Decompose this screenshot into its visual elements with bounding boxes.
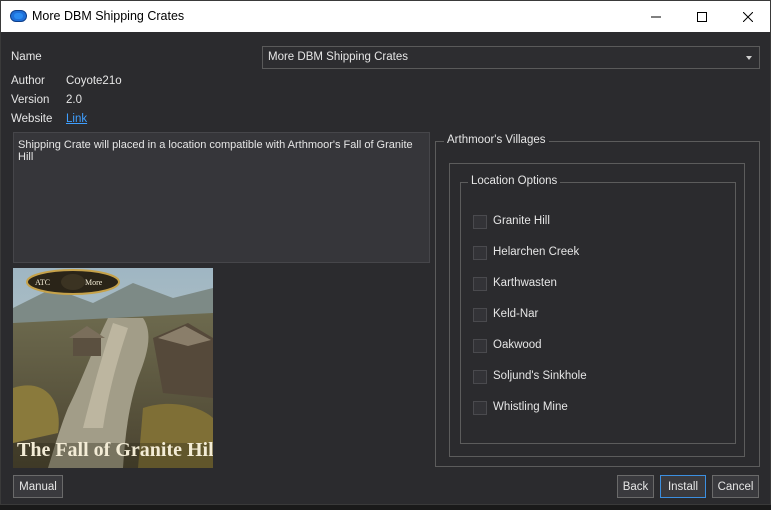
location-option-label: Whistling Mine [493, 401, 568, 413]
checkbox[interactable] [473, 339, 487, 353]
checkbox[interactable] [473, 370, 487, 384]
minimize-button[interactable] [633, 1, 679, 32]
chevron-down-icon [746, 56, 752, 60]
taskbar-edge [0, 505, 771, 510]
title-bar[interactable]: More DBM Shipping Crates [1, 1, 770, 32]
checkbox[interactable] [473, 308, 487, 322]
cancel-button-label: Cancel [717, 480, 754, 493]
back-button[interactable]: Back [617, 475, 654, 498]
preview-badge-left: ATC [35, 278, 50, 287]
location-option[interactable]: Whistling Mine [473, 400, 673, 418]
installer-window: More DBM Shipping Crates Name More DBM S… [0, 0, 771, 505]
location-option-label: Keld-Nar [493, 308, 539, 320]
website-label: Website [11, 113, 53, 125]
close-button[interactable] [725, 1, 771, 32]
cancel-button[interactable]: Cancel [712, 475, 759, 498]
description-box[interactable]: Shipping Crate will placed in a location… [13, 132, 430, 263]
version-label: Version [11, 94, 50, 106]
location-option[interactable]: Soljund's Sinkhole [473, 369, 673, 387]
description-text: Shipping Crate will placed in a location… [18, 139, 413, 163]
author-value: Coyote21o [66, 75, 122, 87]
villages-group-title: Arthmoor's Villages [444, 134, 549, 146]
name-dropdown-value: More DBM Shipping Crates [268, 51, 408, 63]
checkbox[interactable] [473, 401, 487, 415]
back-button-label: Back [622, 480, 649, 493]
window-title: More DBM Shipping Crates [32, 9, 185, 23]
checkbox[interactable] [473, 277, 487, 291]
version-value: 2.0 [66, 94, 82, 106]
location-options-title: Location Options [468, 175, 561, 187]
checkbox[interactable] [473, 246, 487, 260]
name-label: Name [11, 51, 42, 63]
manual-button-label: Manual [19, 480, 57, 493]
manual-button[interactable]: Manual [13, 475, 63, 498]
location-option-label: Oakwood [493, 339, 542, 351]
name-dropdown[interactable]: More DBM Shipping Crates [262, 46, 760, 69]
app-cloud-icon [10, 10, 27, 22]
maximize-button[interactable] [679, 1, 725, 32]
location-option-label: Karthwasten [493, 277, 557, 289]
location-option-label: Helarchen Creek [493, 246, 580, 258]
website-link[interactable]: Link [66, 113, 87, 125]
location-option[interactable]: Karthwasten [473, 276, 673, 294]
install-button[interactable]: Install [660, 475, 706, 498]
preview-caption: The Fall of Granite Hill [17, 439, 213, 461]
location-option[interactable]: Granite Hill [473, 214, 673, 232]
location-option[interactable]: Keld-Nar [473, 307, 673, 325]
location-option[interactable]: Helarchen Creek [473, 245, 673, 263]
location-option[interactable]: Oakwood [473, 338, 673, 356]
location-option-label: Soljund's Sinkhole [493, 370, 587, 382]
preview-image: ATC More The Fall of Granite Hill [13, 268, 213, 468]
install-button-label: Install [667, 480, 699, 493]
author-label: Author [11, 75, 45, 87]
preview-badge-right: More [85, 278, 103, 287]
location-option-label: Granite Hill [493, 215, 550, 227]
checkbox[interactable] [473, 215, 487, 229]
